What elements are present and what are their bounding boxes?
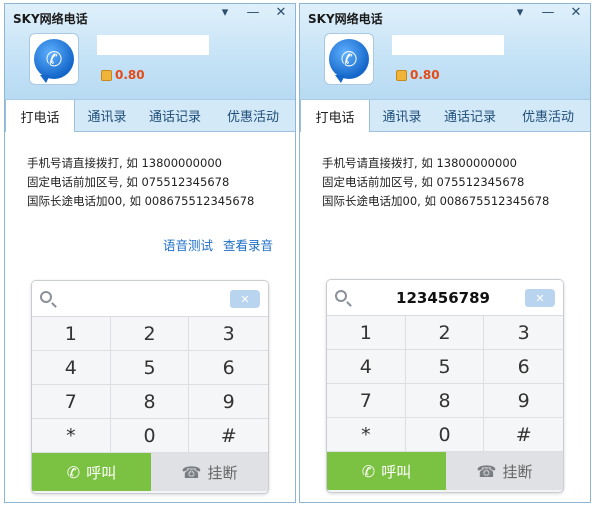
number-input-row: ✕: [327, 280, 563, 316]
view-recordings-link[interactable]: 查看录音: [223, 235, 273, 254]
key-3[interactable]: 3: [189, 317, 268, 351]
avatar[interactable]: ✆: [29, 33, 79, 85]
balance: 0.80: [101, 68, 145, 82]
close-icon[interactable]: ✕: [568, 5, 584, 20]
key-0[interactable]: 0: [110, 419, 190, 453]
hangup-button[interactable]: ☎ 挂断: [151, 453, 268, 491]
dropdown-menu-icon[interactable]: ▾: [512, 5, 528, 20]
voice-test-link[interactable]: 语音测试: [163, 235, 213, 254]
app-title: SKY网络电话: [13, 12, 88, 26]
key-6[interactable]: 6: [189, 351, 268, 385]
hangup-button-label: 挂断: [207, 463, 238, 482]
tab-call-history[interactable]: 通话记录: [139, 100, 211, 131]
title-bar: SKY网络电话 ▾ — ✕ ✆ 0.80: [5, 4, 295, 99]
coin-icon: [101, 69, 112, 81]
hangup-icon: ☎: [181, 462, 202, 482]
call-button-label: 呼叫: [86, 463, 117, 482]
key-7[interactable]: 7: [32, 385, 111, 419]
call-actions: ✆ 呼叫 ☎ 挂断: [32, 453, 268, 491]
phone-chat-icon: ✆: [34, 39, 74, 83]
window-controls: ▾ — ✕: [512, 5, 584, 20]
avatar[interactable]: ✆: [324, 33, 374, 85]
phone-window-left: SKY网络电话 ▾ — ✕ ✆ 0.80 打电话 通讯录 通话记录 优惠活动 手…: [4, 3, 296, 503]
phone-number-input[interactable]: [80, 288, 216, 310]
phone-icon: ✆: [66, 462, 81, 482]
phone-window-right: SKY网络电话 ▾ — ✕ ✆ 0.80 打电话 通讯录 通话记录 优惠活动 手…: [299, 3, 591, 503]
key-8[interactable]: 8: [405, 384, 485, 418]
dial-instructions: 手机号请直接拨打, 如 13800000000 固定电话前加区号, 如 0755…: [5, 132, 295, 211]
key-6[interactable]: 6: [484, 350, 563, 384]
key-0[interactable]: 0: [405, 418, 485, 452]
number-input-row: ✕: [32, 281, 268, 317]
hangup-button-label: 挂断: [502, 462, 533, 481]
key-1[interactable]: 1: [32, 317, 111, 351]
links: 语音测试 查看录音: [163, 235, 273, 254]
instruction-line: 固定电话前加区号, 如 075512345678: [322, 175, 525, 189]
minimize-icon[interactable]: —: [540, 5, 556, 20]
close-icon[interactable]: ✕: [273, 5, 289, 20]
phone-icon: ✆: [361, 461, 376, 481]
tab-call-history[interactable]: 通话记录: [434, 100, 506, 131]
instruction-line: 手机号请直接拨打, 如 13800000000: [322, 156, 517, 170]
instruction-line: 国际长途电话加00, 如 008675512345678: [322, 194, 550, 208]
key-9[interactable]: 9: [484, 384, 563, 418]
key-2[interactable]: 2: [110, 317, 190, 351]
key-hash[interactable]: #: [189, 419, 268, 453]
key-9[interactable]: 9: [189, 385, 268, 419]
call-button-label: 呼叫: [381, 462, 412, 481]
key-star[interactable]: *: [327, 418, 406, 452]
tab-contacts[interactable]: 通讯录: [370, 100, 434, 131]
call-actions: ✆ 呼叫 ☎ 挂断: [327, 452, 563, 490]
title-bar: SKY网络电话 ▾ — ✕ ✆ 0.80: [300, 4, 590, 99]
tab-bar: 打电话 通讯录 通话记录 优惠活动: [5, 99, 295, 132]
coin-icon: [396, 69, 407, 81]
username-redacted: [97, 35, 209, 55]
key-8[interactable]: 8: [110, 385, 190, 419]
key-1[interactable]: 1: [327, 316, 406, 350]
balance-value: 0.80: [115, 68, 145, 82]
username-redacted: [392, 35, 504, 55]
tab-promotions[interactable]: 优惠活动: [506, 100, 590, 131]
key-7[interactable]: 7: [327, 384, 406, 418]
dropdown-menu-icon[interactable]: ▾: [217, 5, 233, 20]
tab-dial[interactable]: 打电话: [300, 100, 370, 132]
dial-instructions: 手机号请直接拨打, 如 13800000000 固定电话前加区号, 如 0755…: [300, 132, 590, 211]
search-icon: [40, 291, 52, 303]
dialpad: ✕ 1 2 3 4 5 6 7 8 9 * 0 # ✆ 呼叫 ☎ 挂断: [326, 279, 564, 493]
key-5[interactable]: 5: [110, 351, 190, 385]
key-3[interactable]: 3: [484, 316, 563, 350]
key-4[interactable]: 4: [32, 351, 111, 385]
balance-value: 0.80: [410, 68, 440, 82]
tab-promotions[interactable]: 优惠活动: [211, 100, 295, 131]
key-5[interactable]: 5: [405, 350, 485, 384]
call-button[interactable]: ✆ 呼叫: [32, 453, 151, 491]
backspace-icon[interactable]: ✕: [525, 289, 555, 307]
key-star[interactable]: *: [32, 419, 111, 453]
instruction-line: 国际长途电话加00, 如 008675512345678: [27, 194, 255, 208]
phone-chat-icon: ✆: [329, 39, 369, 83]
dialpad: ✕ 1 2 3 4 5 6 7 8 9 * 0 # ✆ 呼叫 ☎ 挂断: [31, 280, 269, 494]
key-2[interactable]: 2: [405, 316, 485, 350]
hangup-button[interactable]: ☎ 挂断: [446, 452, 563, 490]
balance: 0.80: [396, 68, 440, 82]
backspace-icon[interactable]: ✕: [230, 290, 260, 308]
instruction-line: 手机号请直接拨打, 如 13800000000: [27, 156, 222, 170]
search-icon: [335, 290, 347, 302]
minimize-icon[interactable]: —: [245, 5, 261, 20]
hangup-icon: ☎: [476, 461, 497, 481]
key-hash[interactable]: #: [484, 418, 563, 452]
tab-dial[interactable]: 打电话: [5, 100, 75, 132]
keypad: 1 2 3 4 5 6 7 8 9 * 0 #: [327, 316, 563, 452]
key-4[interactable]: 4: [327, 350, 406, 384]
instruction-line: 固定电话前加区号, 如 075512345678: [27, 175, 230, 189]
window-controls: ▾ — ✕: [217, 5, 289, 20]
app-title: SKY网络电话: [308, 12, 383, 26]
call-button[interactable]: ✆ 呼叫: [327, 452, 446, 490]
phone-number-input[interactable]: [375, 287, 511, 309]
tab-bar: 打电话 通讯录 通话记录 优惠活动: [300, 99, 590, 132]
tab-contacts[interactable]: 通讯录: [75, 100, 139, 131]
keypad: 1 2 3 4 5 6 7 8 9 * 0 #: [32, 317, 268, 453]
